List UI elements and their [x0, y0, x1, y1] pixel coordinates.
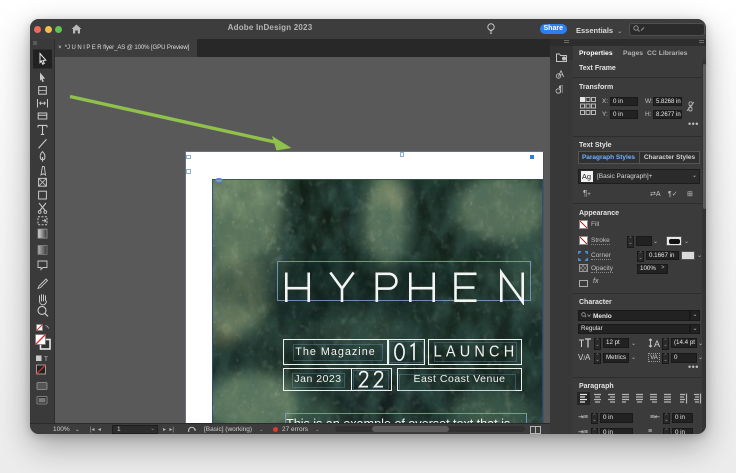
- svg-text:T: T: [44, 356, 48, 363]
- svg-text:A: A: [654, 339, 660, 348]
